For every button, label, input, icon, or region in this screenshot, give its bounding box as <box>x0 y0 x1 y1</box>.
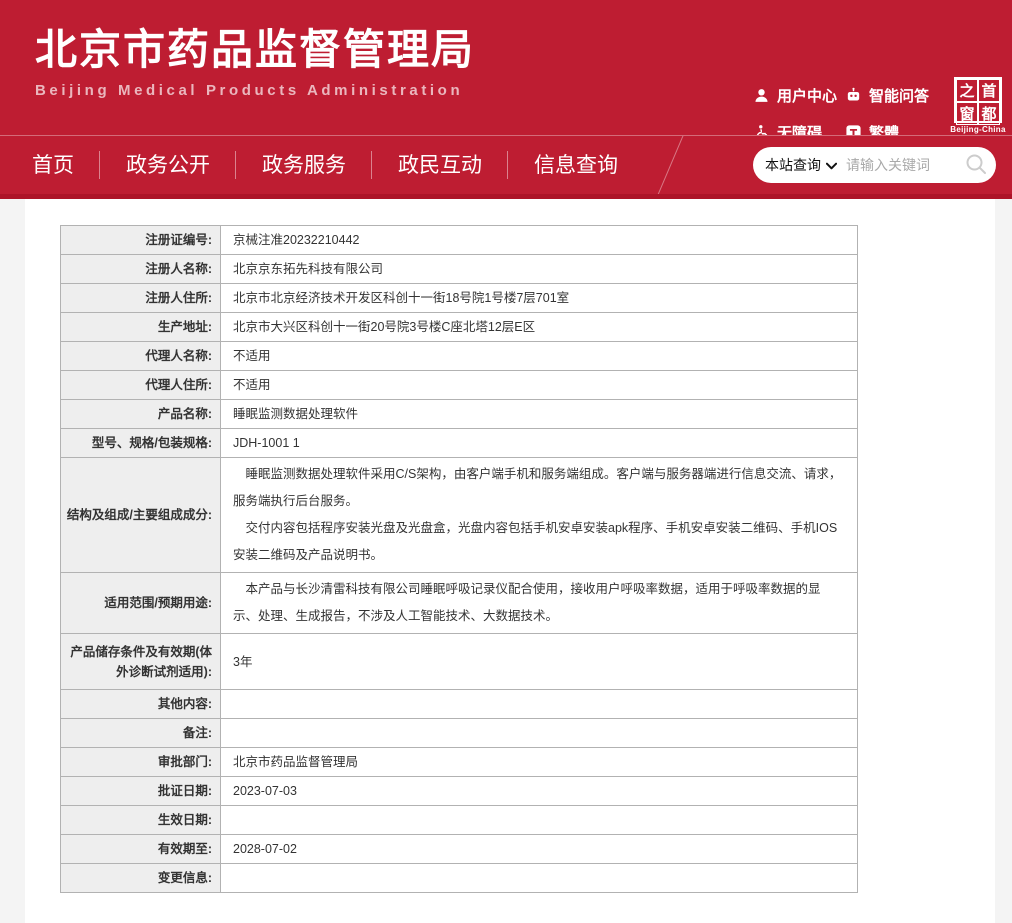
table-row: 适用范围/预期用途: 本产品与长沙清雷科技有限公司睡眠呼吸记录仪配合使用，接收用… <box>61 573 858 634</box>
table-row: 有效期至: 2028-07-02 <box>61 835 858 864</box>
field-label: 注册人名称: <box>61 255 221 284</box>
field-label: 型号、规格/包装规格: <box>61 429 221 458</box>
search-input[interactable] <box>846 157 964 173</box>
field-value: 京械注准20232210442 <box>221 226 858 255</box>
table-row: 产品名称: 睡眠监测数据处理软件 <box>61 400 858 429</box>
field-value: 3年 <box>221 634 858 690</box>
site-title: 北京市药品监督管理局 <box>35 26 475 74</box>
smart-qa-link[interactable]: 智能问答 <box>845 85 955 106</box>
nav-item-gov-services[interactable]: 政务服务 <box>236 155 372 176</box>
field-label: 产品名称: <box>61 400 221 429</box>
user-icon <box>753 87 770 104</box>
field-label: 生效日期: <box>61 806 221 835</box>
header-utilities: 用户中心 智能问答 无障碍 繁體 <box>753 85 955 135</box>
table-row: 产品储存条件及有效期(体外诊断试剂适用): 3年 <box>61 634 858 690</box>
traditional-t-icon <box>845 124 862 135</box>
user-center-label: 用户中心 <box>777 85 837 106</box>
table-row: 注册证编号: 京械注准20232210442 <box>61 226 858 255</box>
table-row: 批证日期: 2023-07-03 <box>61 777 858 806</box>
field-value: 北京京东拓先科技有限公司 <box>221 255 858 284</box>
field-label: 其他内容: <box>61 690 221 719</box>
table-row: 注册人住所: 北京市北京经济技术开发区科创十一街18号院1号楼7层701室 <box>61 284 858 313</box>
content-area: 注册证编号: 京械注准20232210442 注册人名称: 北京京东拓先科技有限… <box>25 199 995 923</box>
field-value: 2028-07-02 <box>221 835 858 864</box>
field-value <box>221 719 858 748</box>
field-label: 备注: <box>61 719 221 748</box>
site-header: 北京市药品监督管理局 Beijing Medical Products Admi… <box>0 0 1012 135</box>
field-label: 有效期至: <box>61 835 221 864</box>
field-label: 注册证编号: <box>61 226 221 255</box>
nav-item-home[interactable]: 首页 <box>30 155 100 176</box>
site-subtitle: Beijing Medical Products Administration <box>35 82 475 99</box>
site-brand[interactable]: 北京市药品监督管理局 Beijing Medical Products Admi… <box>35 26 475 99</box>
site-search: 本站查询 <box>753 147 996 183</box>
user-center-link[interactable]: 用户中心 <box>753 85 845 106</box>
structure-paragraph: 睡眠监测数据处理软件采用C/S架构，由客户端手机和服务端组成。客户端与服务器端进… <box>233 461 845 515</box>
table-row: 审批部门: 北京市药品监督管理局 <box>61 748 858 777</box>
field-label: 结构及组成/主要组成成分: <box>61 458 221 573</box>
field-label: 产品储存条件及有效期(体外诊断试剂适用): <box>61 634 221 690</box>
nav-item-public-interaction[interactable]: 政民互动 <box>372 155 508 176</box>
field-value: 2023-07-03 <box>221 777 858 806</box>
field-value <box>221 864 858 893</box>
field-label: 注册人住所: <box>61 284 221 313</box>
table-row: 生效日期: <box>61 806 858 835</box>
logo-char: 首 <box>978 79 1000 102</box>
field-label: 代理人住所: <box>61 371 221 400</box>
field-value: 睡眠监测数据处理软件采用C/S架构，由客户端手机和服务端组成。客户端与服务器端进… <box>221 458 858 573</box>
field-label: 适用范围/预期用途: <box>61 573 221 634</box>
table-row: 变更信息: <box>61 864 858 893</box>
field-value: 北京市药品监督管理局 <box>221 748 858 777</box>
search-scope-select[interactable]: 本站查询 <box>765 155 837 175</box>
field-label: 代理人名称: <box>61 342 221 371</box>
field-value: JDH-1001 1 <box>221 429 858 458</box>
search-icon <box>964 152 988 179</box>
field-value <box>221 806 858 835</box>
logo-char: 窗 <box>956 102 978 125</box>
field-value: 北京市北京经济技术开发区科创十一街18号院1号楼7层701室 <box>221 284 858 313</box>
chevron-down-icon <box>826 157 837 173</box>
main-nav: 首页 政务公开 政务服务 政民互动 信息查询 本站查询 <box>0 135 1012 199</box>
search-scope-label: 本站查询 <box>765 155 821 175</box>
table-row: 其他内容: <box>61 690 858 719</box>
nav-item-gov-disclosure[interactable]: 政务公开 <box>100 155 236 176</box>
registration-detail-table: 注册证编号: 京械注准20232210442 注册人名称: 北京京东拓先科技有限… <box>60 225 858 893</box>
field-label: 审批部门: <box>61 748 221 777</box>
field-value: 不适用 <box>221 342 858 371</box>
capital-window-seal: 之 首 窗 都 <box>954 77 1002 123</box>
field-value: 北京市大兴区科创十一街20号院3号楼C座北塔12层E区 <box>221 313 858 342</box>
nav-item-info-query[interactable]: 信息查询 <box>508 155 644 176</box>
table-row: 结构及组成/主要组成成分: 睡眠监测数据处理软件采用C/S架构，由客户端手机和服… <box>61 458 858 573</box>
accessibility-label: 无障碍 <box>777 122 822 135</box>
field-label: 生产地址: <box>61 313 221 342</box>
table-row: 备注: <box>61 719 858 748</box>
field-value <box>221 690 858 719</box>
accessibility-link[interactable]: 无障碍 <box>753 122 845 135</box>
table-row: 代理人名称: 不适用 <box>61 342 858 371</box>
traditional-chinese-link[interactable]: 繁體 <box>845 122 955 135</box>
field-value: 不适用 <box>221 371 858 400</box>
capital-window-logo[interactable]: 之 首 窗 都 Beijing-China <box>948 77 1008 134</box>
logo-char: 都 <box>978 102 1000 125</box>
scope-paragraph: 本产品与长沙清雷科技有限公司睡眠呼吸记录仪配合使用，接收用户呼吸率数据，适用于呼… <box>233 576 845 630</box>
field-label: 变更信息: <box>61 864 221 893</box>
logo-caption: Beijing-China <box>948 125 1008 134</box>
table-row: 生产地址: 北京市大兴区科创十一街20号院3号楼C座北塔12层E区 <box>61 313 858 342</box>
field-value: 本产品与长沙清雷科技有限公司睡眠呼吸记录仪配合使用，接收用户呼吸率数据，适用于呼… <box>221 573 858 634</box>
table-row: 型号、规格/包装规格: JDH-1001 1 <box>61 429 858 458</box>
logo-char: 之 <box>956 79 978 102</box>
table-row: 注册人名称: 北京京东拓先科技有限公司 <box>61 255 858 284</box>
search-button[interactable] <box>964 152 988 179</box>
field-label: 批证日期: <box>61 777 221 806</box>
smart-qa-label: 智能问答 <box>869 85 929 106</box>
field-value: 睡眠监测数据处理软件 <box>221 400 858 429</box>
robot-icon <box>845 87 862 104</box>
traditional-label: 繁體 <box>869 122 899 135</box>
wheelchair-icon <box>753 124 770 135</box>
structure-paragraph: 交付内容包括程序安装光盘及光盘盒，光盘内容包括手机安卓安装apk程序、手机安卓安… <box>233 515 845 569</box>
table-row: 代理人住所: 不适用 <box>61 371 858 400</box>
